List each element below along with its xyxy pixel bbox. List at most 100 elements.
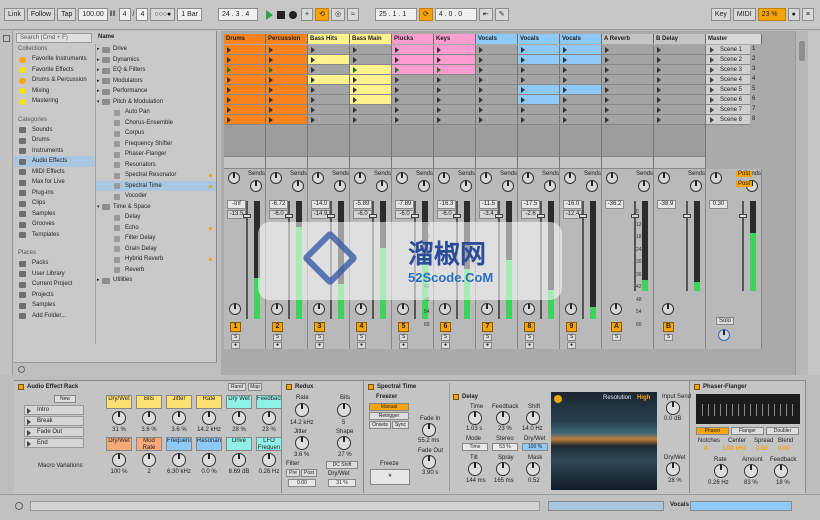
clip-launch-icon[interactable] xyxy=(479,77,483,83)
collection-item[interactable]: Favorite Instruments xyxy=(14,54,95,65)
arm-button[interactable]: ● xyxy=(231,342,240,349)
browser-tree-item[interactable]: Resonators xyxy=(96,160,216,171)
tempo-field[interactable]: 100.00 xyxy=(78,8,108,21)
macro-knob[interactable] xyxy=(232,411,246,425)
clip-slot-empty[interactable] xyxy=(654,55,706,65)
track-activator-button[interactable]: 5 xyxy=(398,322,409,332)
fader-cap[interactable] xyxy=(327,214,335,218)
drywet-value[interactable]: 100 % xyxy=(522,443,548,451)
clip-launch-icon[interactable] xyxy=(269,97,273,103)
fader-cap[interactable] xyxy=(739,214,747,218)
clip-slot-empty[interactable] xyxy=(560,115,602,125)
redux-rate-knob[interactable] xyxy=(295,403,309,417)
send-b-knob[interactable] xyxy=(544,180,556,192)
clip-launch-icon[interactable] xyxy=(563,107,567,113)
clip-slot-empty[interactable] xyxy=(560,65,602,75)
clip-launch-icon[interactable] xyxy=(353,87,357,93)
track-header[interactable]: Plucks xyxy=(392,34,434,44)
category-item[interactable]: Templates xyxy=(14,230,95,241)
pan-knob[interactable] xyxy=(662,303,674,315)
display-play-icon[interactable] xyxy=(554,395,562,403)
collapse-browser-icon[interactable] xyxy=(3,35,10,42)
fader-cap[interactable] xyxy=(411,214,419,218)
stereo-value[interactable]: 53 % xyxy=(492,443,518,451)
macro-knob[interactable] xyxy=(112,411,126,425)
clip-stop-row[interactable] xyxy=(350,125,392,157)
redux-pre-button[interactable]: Pre xyxy=(286,469,300,477)
fader-cap[interactable] xyxy=(243,214,251,218)
expand-chevron-icon[interactable]: ▸ xyxy=(97,86,100,97)
input-send-knob[interactable] xyxy=(666,401,680,415)
volume-field[interactable]: -6.72 xyxy=(269,200,288,209)
macro-knob[interactable] xyxy=(172,453,186,467)
phaser-feedback-knob[interactable] xyxy=(774,464,788,478)
browser-tree-item[interactable]: ▸ Performance xyxy=(96,86,216,97)
clip-launch-icon[interactable] xyxy=(605,97,609,103)
clip-slot-empty[interactable] xyxy=(602,45,654,55)
new-variation-button[interactable]: New xyxy=(54,395,76,403)
clip-slot-empty[interactable] xyxy=(476,55,518,65)
stop-icon[interactable] xyxy=(277,10,286,19)
tilt-knob[interactable] xyxy=(468,462,482,476)
category-item[interactable]: Max for Live xyxy=(14,177,95,188)
clip-slot-empty[interactable] xyxy=(308,105,350,115)
volume-field[interactable]: -5.89 xyxy=(353,200,372,209)
clip-slot-filled[interactable] xyxy=(350,75,392,85)
clip-launch-icon[interactable] xyxy=(227,97,231,103)
send-a-knob[interactable] xyxy=(564,172,576,184)
clip-launch-icon[interactable] xyxy=(521,117,525,123)
solo-button[interactable]: S xyxy=(664,334,673,341)
return-activator-button[interactable]: A xyxy=(611,322,622,332)
pan-knob[interactable] xyxy=(313,303,325,315)
scene-launch-button[interactable]: Scene 4 xyxy=(706,75,750,85)
expand-chevron-icon[interactable]: ▸ xyxy=(97,44,100,55)
clip-slot-empty[interactable] xyxy=(654,75,706,85)
clip-slot-filled[interactable] xyxy=(392,55,434,65)
clip-launch-icon[interactable] xyxy=(563,77,567,83)
clip-launch-icon[interactable] xyxy=(437,77,441,83)
send-b-knob[interactable] xyxy=(638,180,650,192)
places-item[interactable]: Add Folder... xyxy=(14,311,95,322)
clip-slot-filled[interactable] xyxy=(518,85,560,95)
track-header[interactable]: Vocals xyxy=(518,34,560,44)
notches-value[interactable]: 4 xyxy=(704,446,707,452)
clip-launch-icon[interactable] xyxy=(521,107,525,113)
arm-button[interactable]: ● xyxy=(483,342,492,349)
fader-cap[interactable] xyxy=(369,214,377,218)
macro-knob[interactable] xyxy=(172,411,186,425)
expand-chevron-icon[interactable]: ▸ xyxy=(97,65,100,76)
send-b-knob[interactable] xyxy=(460,180,472,192)
phaser-rate-knob[interactable] xyxy=(714,464,728,478)
clip-launch-icon[interactable] xyxy=(227,47,231,53)
clip-launch-icon[interactable] xyxy=(395,67,399,73)
spread-value[interactable]: 0.50 xyxy=(756,446,768,452)
redux-bits-knob[interactable] xyxy=(337,403,351,417)
macro-knob[interactable] xyxy=(112,453,126,467)
send-b-knob[interactable] xyxy=(690,180,702,192)
clip-slot-empty[interactable] xyxy=(308,85,350,95)
send-b-knob[interactable] xyxy=(418,180,430,192)
track-header[interactable]: B Delay xyxy=(654,34,706,44)
clip-launch-icon[interactable] xyxy=(311,67,315,73)
collection-item[interactable]: Mixing xyxy=(14,86,95,97)
clip-launch-icon[interactable] xyxy=(605,77,609,83)
category-item[interactable]: Clips xyxy=(14,198,95,209)
redux-jitter-knob[interactable] xyxy=(295,436,309,450)
solo-button[interactable]: S xyxy=(399,334,408,341)
browser-tree-item[interactable]: Chorus-Ensemble xyxy=(96,118,216,129)
clip-slot-empty[interactable] xyxy=(476,105,518,115)
clip-launch-icon[interactable] xyxy=(479,47,483,53)
mode-select[interactable]: Time xyxy=(462,443,488,451)
clip-launch-icon[interactable] xyxy=(479,57,483,63)
clip-slot-filled[interactable] xyxy=(350,95,392,105)
clip-launch-icon[interactable] xyxy=(437,57,441,63)
scroll-thumb[interactable] xyxy=(799,41,805,61)
sync-button[interactable]: Sync xyxy=(392,421,409,429)
link-button[interactable]: Link xyxy=(4,8,25,21)
delay-power-icon[interactable] xyxy=(453,394,459,400)
clip-slot-empty[interactable] xyxy=(654,115,706,125)
clip-slot-empty[interactable] xyxy=(602,105,654,115)
clip-launch-icon[interactable] xyxy=(479,117,483,123)
macro-label[interactable]: Dry/Wet xyxy=(106,437,132,451)
macro-label[interactable]: LFO Frequen xyxy=(256,437,282,451)
